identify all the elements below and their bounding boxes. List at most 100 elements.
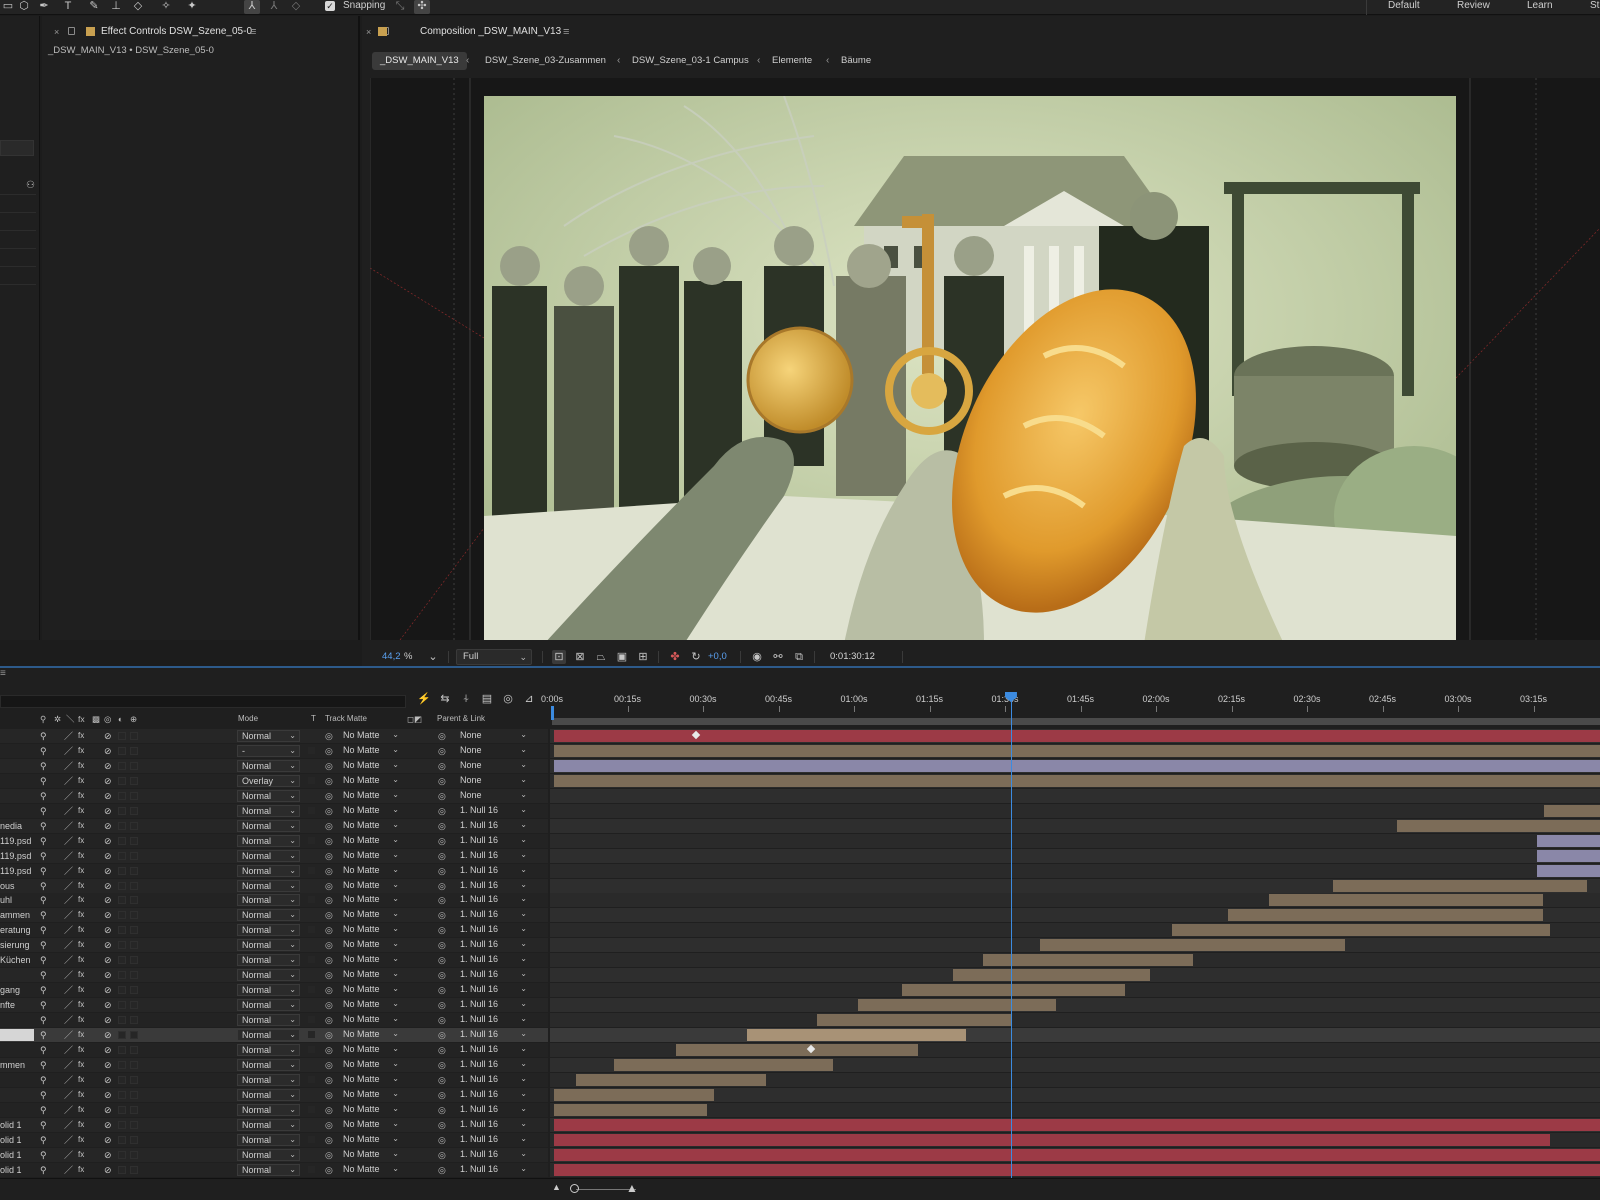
fx-switch-icon[interactable]: fx: [78, 849, 84, 863]
fx-switch-icon[interactable]: fx: [78, 1058, 84, 1072]
layer-row[interactable]: ous ⚲ ／ fx ⊘ Normal ⌄ ◎ No Matte ⌄ ◎ 1. Null 16 ⌄: [0, 878, 1600, 893]
preserve-transparency-checkbox[interactable]: [308, 881, 315, 889]
zoom-value[interactable]: 44,2: [382, 650, 401, 664]
3d-switch[interactable]: [130, 971, 138, 980]
fx-switch-icon[interactable]: fx: [78, 1163, 84, 1177]
current-timecode[interactable]: 0:01:30:12: [830, 650, 875, 664]
track-matte-dropdown[interactable]: No Matte ⌄: [339, 865, 402, 877]
graph-editor-toggle-icon[interactable]: ◎: [501, 692, 515, 706]
motion-blur-switch-icon[interactable]: ⊘: [104, 1028, 112, 1042]
track-matte-dropdown[interactable]: No Matte ⌄: [339, 835, 402, 847]
parent-pickwhip-icon[interactable]: ◎: [438, 1118, 446, 1132]
quality-switch-icon[interactable]: ／: [64, 774, 73, 788]
shy-switch-icon[interactable]: ⚲: [40, 864, 47, 878]
layer-row[interactable]: sierung ⚲ ／ fx ⊘ Normal ⌄ ◎ No Matte ⌄ ◎ 1. Null 16…: [0, 938, 1600, 953]
3d-switch[interactable]: [130, 1120, 138, 1129]
quality-switch-icon[interactable]: ／: [64, 759, 73, 773]
adjustment-switch[interactable]: [118, 896, 126, 905]
parent-pickwhip-icon[interactable]: ◎: [438, 983, 446, 997]
motion-blur-switch-icon[interactable]: ⊘: [104, 729, 112, 743]
preserve-transparency-checkbox[interactable]: [308, 746, 315, 754]
layer-duration-bar[interactable]: [1397, 819, 1600, 832]
matte-pickwhip-icon[interactable]: ◎: [325, 789, 333, 803]
workspace-default[interactable]: Default: [1388, 0, 1420, 11]
motion-blur-switch-icon[interactable]: ⊘: [104, 1058, 112, 1072]
zoom-out-icon[interactable]: ▲: [552, 1182, 561, 1192]
fx-switch-icon[interactable]: fx: [78, 968, 84, 982]
parent-link-dropdown[interactable]: 1. Null 16 ⌄: [454, 909, 530, 921]
motion-blur-switch-icon[interactable]: ⊘: [104, 893, 112, 907]
quality-switch-icon[interactable]: ／: [64, 849, 73, 863]
matte-pickwhip-icon[interactable]: ◎: [325, 908, 333, 922]
draft-3d-icon[interactable]: ⚡: [417, 692, 431, 706]
layer-name[interactable]: Küchen: [0, 953, 31, 967]
layer-duration-bar[interactable]: [1333, 879, 1588, 892]
layer-name[interactable]: ous: [0, 879, 15, 893]
adjustment-switch[interactable]: [118, 866, 126, 875]
quality-switch-icon[interactable]: ／: [64, 1073, 73, 1087]
parent-pickwhip-icon[interactable]: ◎: [438, 819, 446, 833]
matte-pickwhip-icon[interactable]: ◎: [325, 893, 333, 907]
blend-mode-dropdown[interactable]: Normal ⌄: [237, 969, 300, 982]
layer-row[interactable]: ⚲ ／ fx ⊘ Normal ⌄ ◎ No Matte ⌄ ◎ 1. Null 16 ⌄: [0, 1042, 1600, 1057]
parent-pickwhip-icon[interactable]: ◎: [438, 998, 446, 1012]
effect-controls-tab[interactable]: Effect Controls DSW_Szene_05-0: [101, 24, 252, 40]
preserve-transparency-checkbox[interactable]: [308, 776, 315, 784]
layer-row[interactable]: 119.psd ⚲ ／ fx ⊘ Normal ⌄ ◎ No Matte ⌄ ◎ 1. Null 16…: [0, 863, 1600, 878]
3d-switch[interactable]: [130, 821, 138, 830]
parent-link-dropdown[interactable]: 1. Null 16 ⌄: [454, 894, 530, 906]
track-matte-dropdown[interactable]: No Matte ⌄: [339, 984, 402, 996]
parent-link-dropdown[interactable]: 1. Null 16 ⌄: [454, 969, 530, 981]
track-matte-dropdown[interactable]: No Matte ⌄: [339, 790, 402, 802]
blend-mode-dropdown[interactable]: Normal ⌄: [237, 789, 300, 802]
layer-row[interactable]: ⚲ ／ fx ⊘ Normal ⌄ ◎ No Matte ⌄ ◎ 1. Null 16 ⌄: [0, 1028, 1600, 1042]
matte-pickwhip-icon[interactable]: ◎: [325, 804, 333, 818]
layer-name[interactable]: nfte: [0, 998, 15, 1012]
zoom-dropdown-icon[interactable]: ⌄: [426, 650, 440, 664]
preserve-transparency-checkbox[interactable]: [308, 732, 315, 739]
layer-duration-bar[interactable]: [554, 744, 1600, 757]
region-of-interest-icon[interactable]: ▣: [615, 650, 629, 664]
preserve-transparency-checkbox[interactable]: [308, 1090, 315, 1098]
3d-switch[interactable]: [130, 896, 138, 905]
layer-row[interactable]: olid 1 ⚲ ／ fx ⊘ Normal ⌄ ◎ No Matte ⌄ ◎ 1. Null 16 ⌄: [0, 1132, 1600, 1147]
fx-switch-icon[interactable]: fx: [78, 983, 84, 997]
track-matte-dropdown[interactable]: No Matte ⌄: [339, 924, 402, 936]
layer-name[interactable]: 119.psd: [0, 834, 31, 848]
track-matte-dropdown[interactable]: No Matte ⌄: [339, 1059, 402, 1071]
matte-pickwhip-icon[interactable]: ◎: [325, 744, 333, 758]
matte-pickwhip-icon[interactable]: ◎: [325, 819, 333, 833]
layer-duration-bar[interactable]: [1040, 939, 1345, 952]
layer-duration-bar[interactable]: [554, 1088, 714, 1101]
preserve-transparency-checkbox[interactable]: [308, 1120, 315, 1128]
motion-blur-switch-icon[interactable]: ⊘: [104, 1073, 112, 1087]
blend-mode-dropdown[interactable]: Normal ⌄: [237, 1118, 300, 1131]
composition-viewer[interactable]: [370, 78, 1600, 640]
parent-link-dropdown[interactable]: 1. Null 16 ⌄: [454, 835, 530, 847]
parent-link-dropdown[interactable]: 1. Null 16 ⌄: [454, 820, 530, 832]
quality-switch-icon[interactable]: ／: [64, 893, 73, 907]
transparency-grid-icon[interactable]: ⊠: [573, 650, 587, 664]
shy-switch-icon[interactable]: ⚲: [40, 879, 47, 893]
composition-frame[interactable]: [484, 96, 1456, 640]
fx-switch-icon[interactable]: fx: [78, 1118, 84, 1132]
snap-features-icon[interactable]: ✣: [414, 0, 430, 14]
parent-link-dropdown[interactable]: 1. Null 16 ⌄: [454, 805, 530, 817]
matte-pickwhip-icon[interactable]: ◎: [325, 759, 333, 773]
parent-link-dropdown[interactable]: 1. Null 16 ⌄: [454, 999, 530, 1011]
blend-mode-dropdown[interactable]: Normal ⌄: [237, 894, 300, 907]
matte-pickwhip-icon[interactable]: ◎: [325, 1043, 333, 1057]
layer-row[interactable]: ⚲ ／ fx ⊘ Normal ⌄ ◎ No Matte ⌄ ◎ 1. Null 16 ⌄: [0, 1013, 1600, 1028]
matte-pickwhip-icon[interactable]: ◎: [325, 1028, 333, 1042]
quality-switch-icon[interactable]: ／: [64, 834, 73, 848]
matte-pickwhip-icon[interactable]: ◎: [325, 998, 333, 1012]
layer-duration-bar[interactable]: [554, 774, 1600, 787]
parent-link-dropdown[interactable]: 1. Null 16 ⌄: [454, 1014, 530, 1026]
fx-switch-icon[interactable]: fx: [78, 908, 84, 922]
parent-link-dropdown[interactable]: 1. Null 16 ⌄: [454, 1044, 530, 1056]
show-snapshot-icon[interactable]: ⚯: [771, 650, 785, 664]
fx-switch-icon[interactable]: fx: [78, 879, 84, 893]
parent-link-dropdown[interactable]: 1. Null 16 ⌄: [454, 880, 530, 892]
track-matte-dropdown[interactable]: No Matte ⌄: [339, 1029, 402, 1041]
3d-switch[interactable]: [130, 806, 138, 815]
